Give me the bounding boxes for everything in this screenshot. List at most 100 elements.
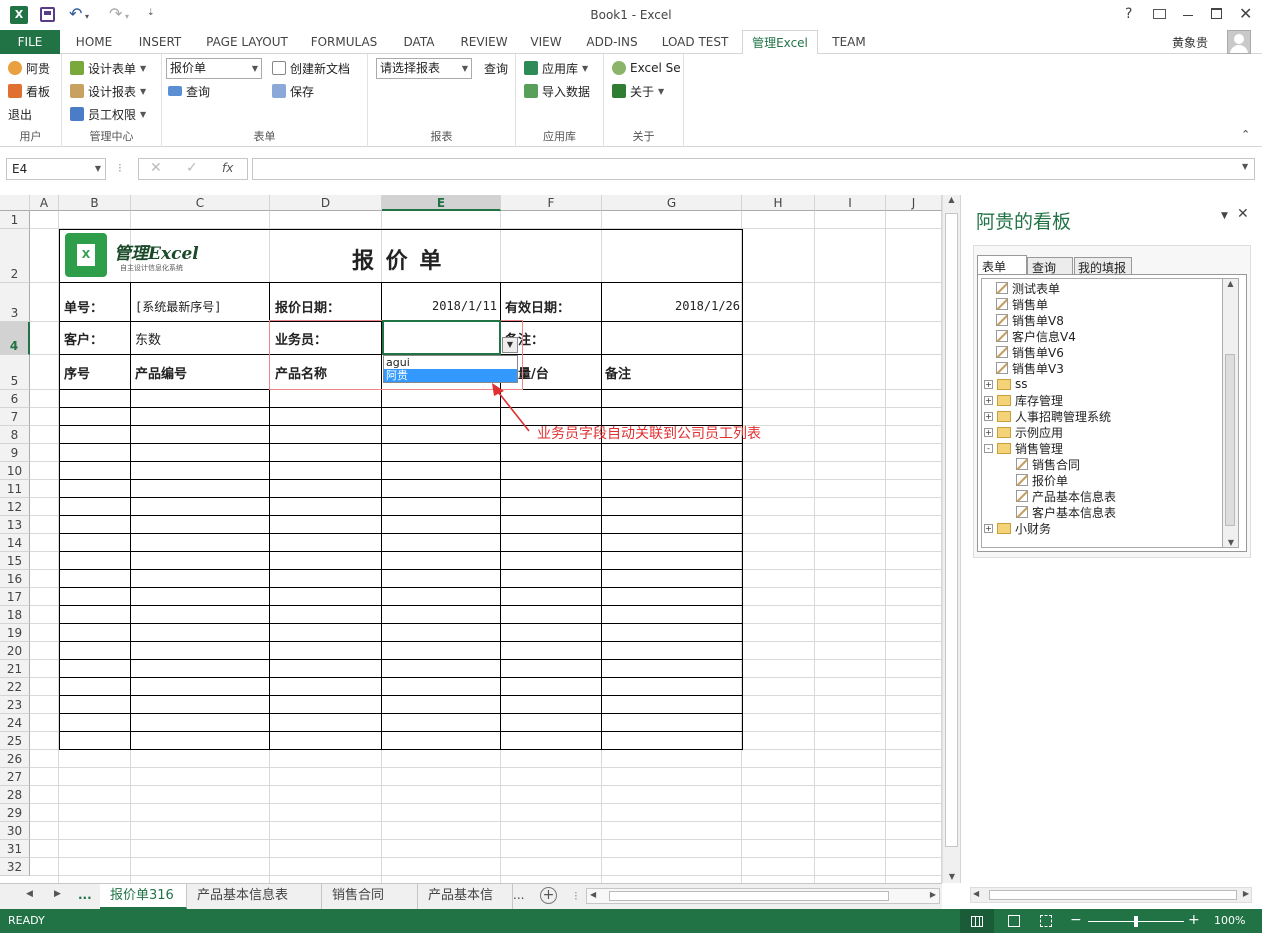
vertical-scroll-thumb[interactable]	[945, 213, 958, 847]
agui-button[interactable]: 阿贵	[8, 58, 50, 78]
dropdown-option-agui[interactable]: agui	[384, 356, 517, 369]
tree-item[interactable]: 销售单V3	[996, 360, 1064, 376]
kanban-button[interactable]: 看板	[8, 81, 50, 101]
expand-icon[interactable]: +	[984, 379, 993, 389]
excel-se-button[interactable]: Excel Se	[612, 58, 681, 78]
tree-item[interactable]: 客户基本信息表	[1016, 504, 1116, 520]
tree-item[interactable]: + ss	[984, 376, 1028, 392]
pane-scroll-left-icon[interactable]: ◀	[973, 889, 979, 898]
row-header[interactable]: 30	[0, 822, 30, 840]
column-header[interactable]: J	[886, 195, 942, 211]
sheet-more-right[interactable]: ...	[513, 888, 524, 902]
zoom-slider[interactable]	[1088, 916, 1184, 927]
pane-options-icon[interactable]: ▼	[1221, 211, 1228, 221]
name-box[interactable]: E4 ▼	[6, 158, 106, 180]
design-form-button[interactable]: 设计表单 ▼	[70, 58, 146, 78]
row-header[interactable]: 24	[0, 714, 30, 732]
ribbon-display-icon[interactable]	[1153, 9, 1166, 19]
zoom-slider-thumb[interactable]	[1134, 916, 1138, 927]
row-header[interactable]: 17	[0, 588, 30, 606]
formula-input[interactable]	[252, 158, 1255, 180]
worksheet-grid[interactable]: A B C D E F G H I J 1 2 3 4 5 6 7 8 9 10 11 12 13 14 15 16 17 18 19 2…	[0, 195, 942, 883]
scroll-right-icon[interactable]: ▶	[930, 890, 936, 899]
maximize-icon[interactable]	[1211, 8, 1222, 19]
tree-item[interactable]: 销售单V6	[996, 344, 1064, 360]
design-report-button[interactable]: 设计报表 ▼	[70, 81, 146, 101]
zoom-out-icon[interactable]: −	[1070, 912, 1082, 928]
formula-options-icon[interactable]: ⁝	[118, 161, 122, 175]
expand-icon[interactable]: +	[984, 411, 993, 421]
about-button[interactable]: 关于 ▼	[612, 81, 664, 101]
normal-view-icon[interactable]	[960, 909, 994, 933]
customer-value[interactable]: 东数	[135, 322, 161, 355]
row-header[interactable]: 23	[0, 696, 30, 714]
logout-button[interactable]: 退出	[8, 104, 32, 124]
tree-item[interactable]: 测试表单	[996, 280, 1060, 296]
column-header[interactable]: F	[501, 195, 602, 211]
tab-load-test[interactable]: LOAD TEST	[654, 30, 736, 54]
staff-permission-button[interactable]: 员工权限 ▼	[70, 104, 146, 124]
report-query-button[interactable]: 查询	[484, 58, 508, 78]
quote-date-value[interactable]: 2018/1/11	[383, 289, 497, 323]
row-header[interactable]: 25	[0, 732, 30, 750]
page-break-view-icon[interactable]	[1040, 915, 1052, 927]
horizontal-scroll-thumb[interactable]	[609, 891, 889, 901]
tree-scroll-thumb[interactable]	[1225, 354, 1235, 526]
scroll-left-icon[interactable]: ◀	[590, 890, 596, 899]
tab-insert[interactable]: INSERT	[128, 30, 192, 54]
save-icon[interactable]	[40, 7, 55, 22]
column-header[interactable]: G	[602, 195, 742, 211]
expand-formula-icon[interactable]: ▼	[1242, 162, 1248, 171]
select-all-corner[interactable]	[0, 195, 30, 211]
form-save-button[interactable]: 保存	[272, 81, 314, 101]
row-header[interactable]: 15	[0, 552, 30, 570]
report-select[interactable]: 请选择报表 ▼	[376, 58, 472, 79]
row-header[interactable]: 31	[0, 840, 30, 858]
active-cell-e4[interactable]	[382, 320, 501, 355]
tab-team[interactable]: TEAM	[824, 30, 874, 54]
app-library-button[interactable]: 应用库 ▼	[524, 58, 588, 78]
undo-icon[interactable]: ↶ ▾	[69, 4, 89, 23]
cancel-icon[interactable]: ✕	[150, 160, 162, 176]
row-header[interactable]: 19	[0, 624, 30, 642]
row-header[interactable]: 28	[0, 786, 30, 804]
collapse-ribbon-icon[interactable]: ⌃	[1241, 128, 1250, 141]
excel-logo[interactable]: X	[10, 6, 28, 24]
row-header[interactable]: 10	[0, 462, 30, 480]
tree-scroll-down-icon[interactable]: ▼	[1223, 538, 1239, 547]
sheet-tab[interactable]: 报价单316	[100, 884, 187, 909]
tree-item[interactable]: + 库存管理	[984, 392, 1063, 408]
prev-sheet-icon[interactable]: ◀	[26, 889, 33, 899]
import-data-button[interactable]: 导入数据	[524, 81, 590, 101]
column-header[interactable]: E	[382, 195, 501, 211]
column-header[interactable]: C	[131, 195, 270, 211]
row-header[interactable]: 32	[0, 858, 30, 876]
column-header[interactable]: D	[270, 195, 382, 211]
pane-scroll-thumb[interactable]	[989, 890, 1237, 900]
pane-tab-my-entries[interactable]: 我的填报	[1074, 257, 1132, 275]
tree-item[interactable]: 销售合同	[1016, 456, 1080, 472]
qat-customize-icon[interactable]: ⇣	[147, 8, 155, 18]
sheet-tab[interactable]: 产品基本信息表334	[187, 884, 322, 909]
sheet-more-left[interactable]: ...	[78, 888, 92, 902]
avatar[interactable]	[1227, 30, 1251, 54]
tree-item[interactable]: 客户信息V4	[996, 328, 1076, 344]
add-sheet-icon[interactable]: +	[540, 887, 557, 904]
pane-scroll-right-icon[interactable]: ▶	[1243, 889, 1249, 898]
pane-horizontal-scrollbar[interactable]: ◀ ▶	[970, 887, 1252, 903]
enter-icon[interactable]: ✓	[186, 160, 198, 176]
tree-item[interactable]: + 小财务	[984, 520, 1051, 536]
tab-add-ins[interactable]: ADD-INS	[576, 30, 648, 54]
expand-icon[interactable]: +	[984, 427, 993, 437]
pane-close-icon[interactable]: ✕	[1237, 206, 1249, 222]
tree-item[interactable]: 产品基本信息表	[1016, 488, 1116, 504]
horizontal-scrollbar[interactable]: ◀ ▶	[586, 888, 940, 904]
row-header[interactable]: 7	[0, 408, 30, 426]
zoom-level[interactable]: 100%	[1214, 914, 1245, 927]
column-header[interactable]: B	[59, 195, 131, 211]
row-header[interactable]: 14	[0, 534, 30, 552]
row-header[interactable]: 4	[0, 322, 30, 355]
expand-icon[interactable]: +	[984, 395, 993, 405]
column-header[interactable]: H	[742, 195, 815, 211]
row-header[interactable]: 16	[0, 570, 30, 588]
